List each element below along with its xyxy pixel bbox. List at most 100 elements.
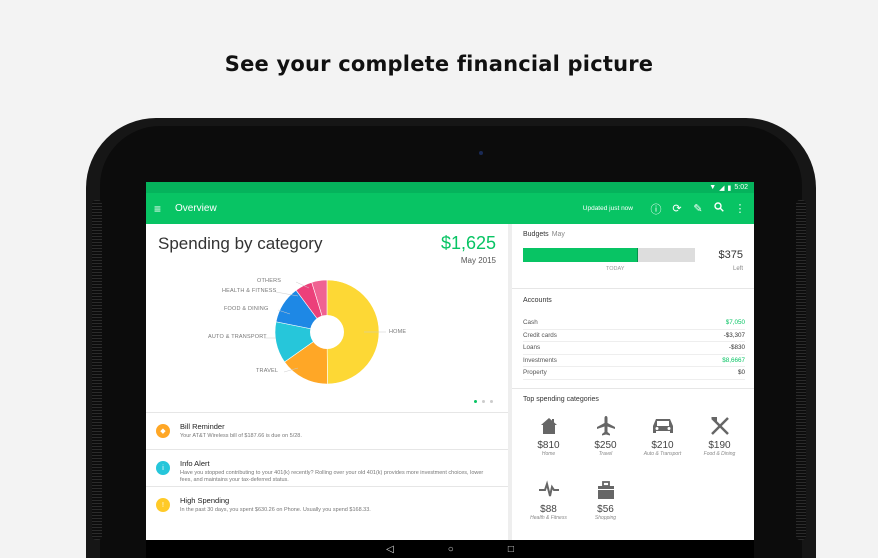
category-travel[interactable]: $250 Travel bbox=[577, 414, 634, 478]
status-bar: ▼ ◢ ▮ 5:02 bbox=[146, 182, 754, 193]
pulse-icon bbox=[520, 478, 577, 502]
info-circle-icon[interactable]: ⓘ bbox=[650, 201, 662, 217]
account-row[interactable]: Credit cards -$3,307 bbox=[523, 330, 745, 342]
screen: ▼ ◢ ▮ 5:02 ≡ Overview Updated just now ⓘ… bbox=[146, 182, 754, 558]
content: Spending by category $1,625 May 2015 OTH… bbox=[146, 224, 754, 540]
category-shopping[interactable]: $56 Shopping bbox=[577, 478, 634, 542]
page-dot[interactable] bbox=[490, 400, 493, 403]
account-name: Cash bbox=[523, 319, 538, 327]
headline: See your complete financial picture bbox=[224, 52, 654, 76]
bag-icon bbox=[577, 478, 634, 502]
budget-progress-bar[interactable] bbox=[523, 248, 695, 262]
pie-label-food: FOOD & DINING bbox=[224, 306, 269, 312]
top-categories-title: Top spending categories bbox=[523, 396, 599, 403]
alerts-list: ◆ Bill Reminder Your AT&T Wireless bill … bbox=[146, 412, 508, 523]
page-indicator[interactable] bbox=[474, 400, 493, 403]
menu-icon[interactable]: ≡ bbox=[154, 202, 161, 216]
budgets-month: May bbox=[551, 231, 565, 238]
account-value: -$830 bbox=[728, 344, 745, 352]
divider bbox=[512, 288, 754, 289]
airplane-icon bbox=[577, 414, 634, 438]
home-icon bbox=[520, 414, 577, 438]
page-dot[interactable] bbox=[474, 400, 477, 403]
speaker-grille-left bbox=[92, 200, 102, 540]
category-amount: $210 bbox=[651, 440, 674, 451]
alert-body: Have you stopped contributing to your 40… bbox=[180, 470, 484, 483]
account-name: Loans bbox=[523, 344, 541, 352]
account-value: $0 bbox=[737, 369, 745, 377]
category-health[interactable]: $88 Health & Fitness bbox=[520, 478, 577, 542]
account-row[interactable]: Loans -$830 bbox=[523, 342, 745, 355]
account-row[interactable]: Investments $8,6667 bbox=[523, 355, 745, 367]
account-value: -$3,307 bbox=[723, 331, 745, 339]
account-row[interactable]: Property $0 bbox=[523, 367, 745, 380]
recents-icon[interactable]: □ bbox=[508, 544, 514, 555]
refresh-icon[interactable]: ⟳ bbox=[671, 202, 683, 215]
car-icon bbox=[634, 414, 691, 438]
overflow-menu-icon[interactable]: ⋮ bbox=[734, 202, 746, 215]
top-categories-grid: $810 Home $250 Travel $210 Auto & Transp… bbox=[520, 414, 750, 542]
budgets-title: Budgets May bbox=[523, 231, 565, 238]
wifi-icon: ▼ bbox=[709, 184, 717, 191]
status-time: 5:02 bbox=[734, 184, 748, 191]
category-home[interactable]: $810 Home bbox=[520, 414, 577, 478]
battery-icon: ▮ bbox=[727, 184, 732, 192]
accounts-table[interactable]: Cash $7,050 Credit cards -$3,307 Loans -$83… bbox=[523, 317, 745, 380]
spending-title: Spending by category bbox=[158, 234, 323, 253]
category-amount: $88 bbox=[540, 504, 557, 515]
app-title: Overview bbox=[175, 203, 217, 214]
alert-body: Your AT&T Wireless bill of $187.66 is du… bbox=[180, 433, 302, 439]
pie-label-auto: AUTO & TRANSPORT bbox=[208, 334, 267, 340]
warning-icon: ! bbox=[156, 498, 170, 512]
search-icon[interactable] bbox=[713, 202, 725, 215]
page-dot[interactable] bbox=[482, 400, 485, 403]
alert-item[interactable]: ◆ Bill Reminder Your AT&T Wireless bill … bbox=[146, 412, 508, 449]
camera-icon bbox=[479, 151, 483, 155]
budgets-label: Budgets bbox=[523, 231, 549, 238]
account-row[interactable]: Cash $7,050 bbox=[523, 317, 745, 330]
spending-total: $1,625 bbox=[440, 233, 496, 253]
back-icon[interactable]: ◁ bbox=[386, 544, 394, 555]
category-name: Food & Dining bbox=[703, 451, 736, 457]
android-nav-bar: ◁ ○ □ bbox=[146, 540, 754, 558]
category-name: Shopping bbox=[594, 515, 617, 521]
updated-status: Updated just now bbox=[582, 205, 633, 212]
home-button-icon[interactable]: ○ bbox=[448, 544, 454, 555]
category-name: Home bbox=[541, 451, 556, 457]
account-value: $8,6667 bbox=[722, 356, 745, 364]
category-food[interactable]: $190 Food & Dining bbox=[691, 414, 748, 478]
pie-label-home: HOME bbox=[389, 329, 407, 335]
category-amount: $250 bbox=[594, 440, 617, 451]
account-name: Property bbox=[523, 369, 547, 377]
pie-label-health: HEALTH & FITNESS bbox=[222, 288, 277, 294]
category-auto[interactable]: $210 Auto & Transport bbox=[634, 414, 691, 478]
account-name: Investments bbox=[523, 356, 557, 364]
alert-item[interactable]: i Info Alert Have you stopped contributi… bbox=[146, 449, 508, 486]
alert-title: Bill Reminder bbox=[180, 422, 225, 431]
spending-card[interactable]: Spending by category $1,625 May 2015 OTH… bbox=[146, 224, 508, 540]
category-name: Auto & Transport bbox=[643, 451, 682, 457]
pie-center-hole bbox=[310, 315, 344, 349]
alert-body: In the past 30 days, you spent $630.26 o… bbox=[180, 507, 371, 513]
speaker-grille-right bbox=[796, 200, 806, 540]
info-icon: i bbox=[156, 461, 170, 475]
alert-title: Info Alert bbox=[180, 459, 210, 468]
category-amount: $190 bbox=[708, 440, 731, 451]
pie-label-others: OTHERS bbox=[257, 278, 282, 284]
signal-icon: ◢ bbox=[719, 184, 725, 192]
budget-today-marker: TODAY bbox=[606, 266, 625, 272]
budget-progress-fill bbox=[523, 248, 639, 262]
accounts-title: Accounts bbox=[523, 297, 552, 304]
budget-left-label: Left bbox=[732, 266, 743, 272]
bell-icon: ◆ bbox=[156, 424, 170, 438]
divider bbox=[512, 388, 754, 389]
category-name: Travel bbox=[598, 451, 613, 457]
app-bar: ≡ Overview Updated just now ⓘ ⟳ ✎ ⋮ bbox=[146, 193, 754, 224]
pie-label-travel: TRAVEL bbox=[256, 368, 279, 374]
alert-item[interactable]: ! High Spending In the past 30 days, you… bbox=[146, 486, 508, 523]
category-amount: $810 bbox=[537, 440, 560, 451]
pie-svg bbox=[264, 279, 386, 385]
utensils-icon bbox=[691, 414, 748, 438]
edit-icon[interactable]: ✎ bbox=[692, 202, 704, 215]
alert-title: High Spending bbox=[180, 496, 230, 505]
